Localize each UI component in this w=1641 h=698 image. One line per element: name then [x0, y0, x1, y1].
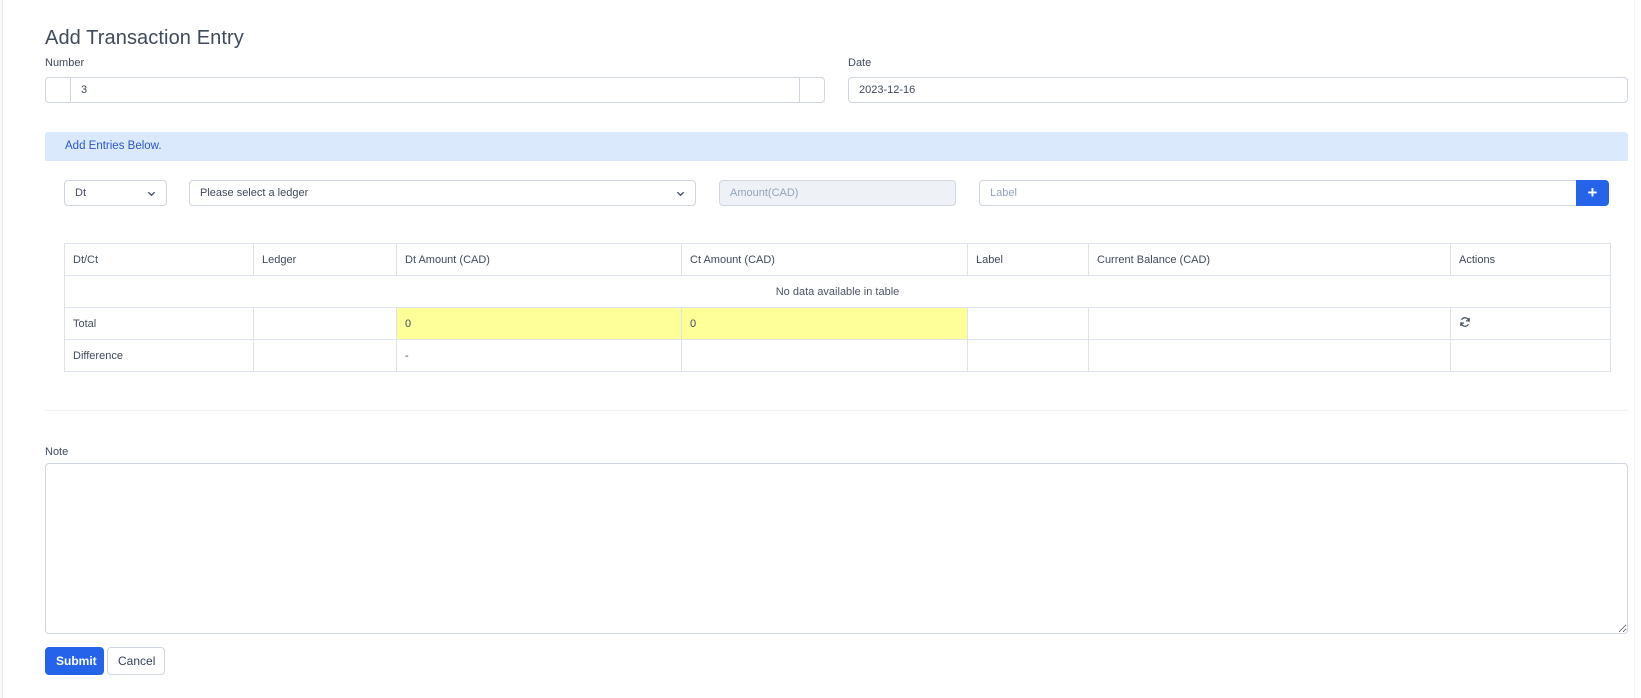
difference-row: Difference - [64, 339, 1611, 372]
number-addon-left [46, 78, 71, 102]
column-header: Actions [1450, 243, 1611, 276]
label-input-group: + [979, 180, 1609, 206]
difference-balance [1088, 339, 1451, 372]
ledger-select[interactable]: Please select a ledger [189, 180, 696, 206]
entries-banner-text: Add Entries Below. [65, 140, 162, 152]
total-balance [1088, 307, 1451, 340]
section-divider [45, 410, 1628, 411]
ledger-select-value: Please select a ledger [200, 187, 309, 199]
page-edge [1634, 0, 1635, 698]
column-header[interactable]: Ledger [253, 243, 397, 276]
label-input[interactable] [979, 180, 1576, 206]
refresh-icon[interactable] [1459, 316, 1471, 328]
entries-table: Dt/Ct Ledger Dt Amount (CAD) Ct Amount (… [64, 243, 1611, 372]
difference-ledger [253, 339, 397, 372]
add-entry-button[interactable]: + [1576, 180, 1609, 206]
total-label-col [967, 307, 1089, 340]
empty-message: No data available in table [64, 275, 1611, 308]
empty-row: No data available in table [64, 275, 1611, 308]
number-addon-right [799, 78, 824, 102]
difference-label: Difference [64, 339, 254, 372]
number-input-group [45, 77, 825, 103]
column-header[interactable]: Dt/Ct [64, 243, 254, 276]
total-dt-amount: 0 [396, 307, 682, 340]
difference-dt-amount: - [396, 339, 682, 372]
amount-input[interactable] [719, 180, 956, 206]
difference-actions [1450, 339, 1611, 372]
date-input[interactable] [848, 77, 1628, 103]
page-title: Add Transaction Entry [45, 27, 244, 49]
dt-ct-select-value: Dt [75, 187, 86, 199]
difference-ct-amount [681, 339, 968, 372]
total-ct-amount: 0 [681, 307, 968, 340]
total-row: Total 0 0 [64, 307, 1611, 340]
column-header[interactable]: Ct Amount (CAD) [681, 243, 968, 276]
number-input[interactable] [71, 78, 799, 102]
column-header[interactable]: Dt Amount (CAD) [396, 243, 682, 276]
entries-banner: Add Entries Below. [45, 132, 1628, 161]
date-label: Date [848, 57, 872, 69]
note-label: Note [45, 446, 69, 458]
chevron-down-icon [147, 191, 156, 196]
column-header[interactable]: Current Balance (CAD) [1088, 243, 1451, 276]
chevron-down-icon [676, 191, 685, 196]
total-label: Total [64, 307, 254, 340]
table-header-row: Dt/Ct Ledger Dt Amount (CAD) Ct Amount (… [64, 243, 1611, 276]
sidebar-edge [0, 0, 3, 698]
note-textarea[interactable] [45, 463, 1628, 634]
total-actions [1450, 307, 1611, 340]
total-ledger [253, 307, 397, 340]
number-label: Number [45, 57, 85, 69]
column-header[interactable]: Label [967, 243, 1089, 276]
submit-button[interactable]: Submit [45, 647, 104, 675]
plus-icon: + [1587, 183, 1598, 202]
cancel-button[interactable]: Cancel [107, 647, 165, 675]
dt-ct-select[interactable]: Dt [64, 180, 167, 206]
difference-label-col [967, 339, 1089, 372]
